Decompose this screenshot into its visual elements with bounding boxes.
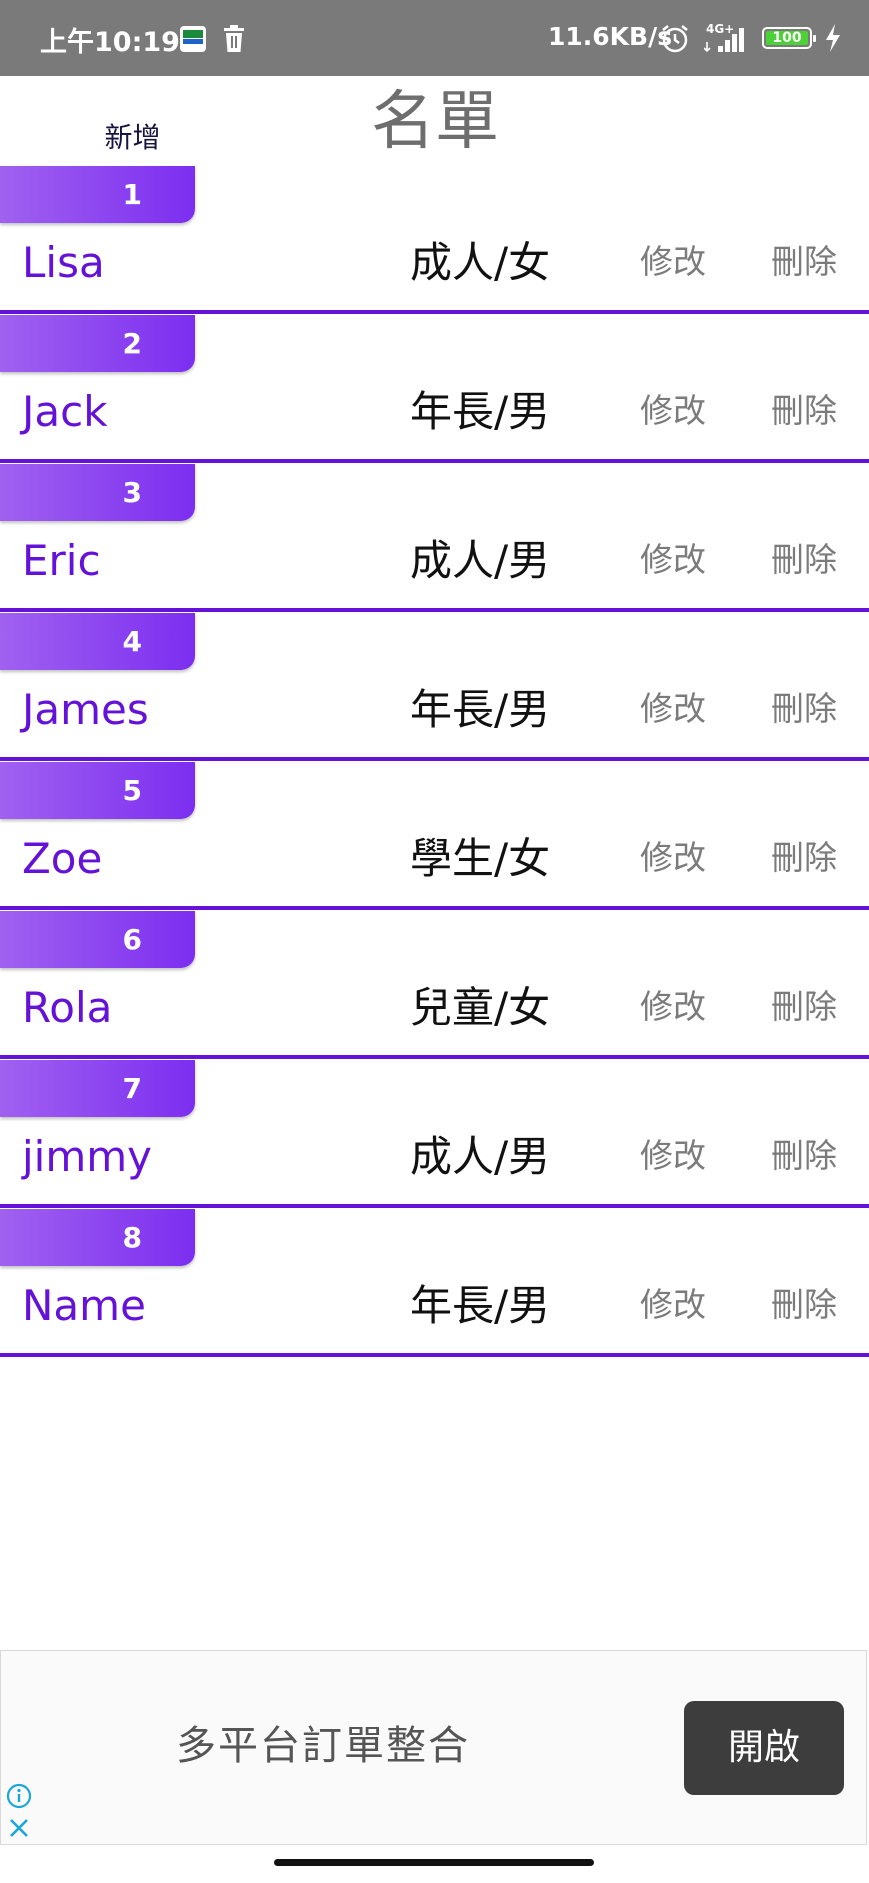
delete-button[interactable]: 刪除 <box>771 530 837 590</box>
item-name: jimmy <box>22 1132 153 1181</box>
edit-button[interactable]: 修改 <box>640 381 706 441</box>
item-category: 年長/男 <box>410 1281 551 1330</box>
row-divider <box>0 608 869 612</box>
add-button[interactable]: 新增 <box>80 115 185 160</box>
index-tab: 8 <box>0 1209 195 1266</box>
list-item: 8 Name 年長/男 修改 刪除 <box>0 1209 869 1358</box>
index-tab: 3 <box>0 464 195 521</box>
list-item: 7 jimmy 成人/男 修改 刪除 <box>0 1060 869 1209</box>
item-name: Jack <box>22 387 108 436</box>
index-tab: 4 <box>0 613 195 670</box>
index-tab: 5 <box>0 762 195 819</box>
page-title: 名單 <box>371 85 499 159</box>
item-category: 兒童/女 <box>410 983 551 1032</box>
close-icon[interactable] <box>6 1815 32 1841</box>
item-category: 成人/男 <box>410 536 551 585</box>
row-divider <box>0 310 869 314</box>
list-item: 4 James 年長/男 修改 刪除 <box>0 613 869 762</box>
list-item: 6 Rola 兒童/女 修改 刪除 <box>0 911 869 1060</box>
row-divider <box>0 1353 869 1357</box>
item-name: James <box>22 685 149 734</box>
app-icon <box>180 26 206 52</box>
edit-button[interactable]: 修改 <box>640 1126 706 1186</box>
item-index: 5 <box>122 774 142 807</box>
battery-icon: 100 <box>762 27 816 49</box>
item-name: Rola <box>22 983 113 1032</box>
item-category: 年長/男 <box>410 387 551 436</box>
alarm-icon <box>662 25 688 53</box>
item-index: 6 <box>122 923 142 956</box>
index-tab: 2 <box>0 315 195 372</box>
edit-button[interactable]: 修改 <box>640 530 706 590</box>
item-name: Name <box>22 1281 146 1330</box>
edit-button[interactable]: 修改 <box>640 977 706 1037</box>
item-index: 8 <box>122 1221 142 1254</box>
index-tab: 1 <box>0 166 195 223</box>
ad-banner[interactable]: 多平台訂單整合 開啟 <box>0 1650 867 1845</box>
row-divider <box>0 757 869 761</box>
status-time: 上午10:19 <box>40 27 180 58</box>
delete-button[interactable]: 刪除 <box>771 232 837 292</box>
edit-button[interactable]: 修改 <box>640 232 706 292</box>
item-index: 1 <box>122 178 142 211</box>
ad-text: 多平台訂單整合 <box>176 1723 470 1769</box>
item-index: 4 <box>122 625 142 658</box>
item-index: 7 <box>122 1072 142 1105</box>
delete-button[interactable]: 刪除 <box>771 1275 837 1335</box>
item-index: 2 <box>122 327 142 360</box>
list-item: 5 Zoe 學生/女 修改 刪除 <box>0 762 869 911</box>
delete-button[interactable]: 刪除 <box>771 1126 837 1186</box>
network-speed: 11.6KB/s <box>548 22 673 51</box>
row-divider <box>0 1055 869 1059</box>
item-category: 成人/女 <box>410 238 551 287</box>
item-name: Eric <box>22 536 101 585</box>
delete-button[interactable]: 刪除 <box>771 381 837 441</box>
item-category: 學生/女 <box>410 834 551 883</box>
status-bar: 上午10:19 11.6KB/s 4G+ 100 <box>0 0 869 76</box>
item-name: Zoe <box>22 834 103 883</box>
info-icon[interactable] <box>6 1783 32 1809</box>
delete-button[interactable]: 刪除 <box>771 977 837 1037</box>
row-divider <box>0 459 869 463</box>
edit-button[interactable]: 修改 <box>640 1275 706 1335</box>
battery-level: 100 <box>766 31 808 45</box>
list-item: 2 Jack 年長/男 修改 刪除 <box>0 315 869 464</box>
delete-button[interactable]: 刪除 <box>771 828 837 888</box>
delete-button[interactable]: 刪除 <box>771 679 837 739</box>
index-tab: 7 <box>0 1060 195 1117</box>
item-category: 年長/男 <box>410 685 551 734</box>
row-divider <box>0 906 869 910</box>
member-list: 1 Lisa 成人/女 修改 刪除 2 Jack 年長/男 修改 刪除 3 Er… <box>0 166 869 1358</box>
item-index: 3 <box>122 476 142 509</box>
item-name: Lisa <box>22 238 105 287</box>
edit-button[interactable]: 修改 <box>640 828 706 888</box>
ad-open-button[interactable]: 開啟 <box>684 1701 844 1795</box>
edit-button[interactable]: 修改 <box>640 679 706 739</box>
row-divider <box>0 1204 869 1208</box>
charging-bolt-icon <box>826 24 840 52</box>
list-item: 3 Eric 成人/男 修改 刪除 <box>0 464 869 613</box>
home-indicator[interactable] <box>274 1859 594 1866</box>
trash-icon <box>224 25 244 52</box>
item-category: 成人/男 <box>410 1132 551 1181</box>
list-item: 1 Lisa 成人/女 修改 刪除 <box>0 166 869 315</box>
index-tab: 6 <box>0 911 195 968</box>
